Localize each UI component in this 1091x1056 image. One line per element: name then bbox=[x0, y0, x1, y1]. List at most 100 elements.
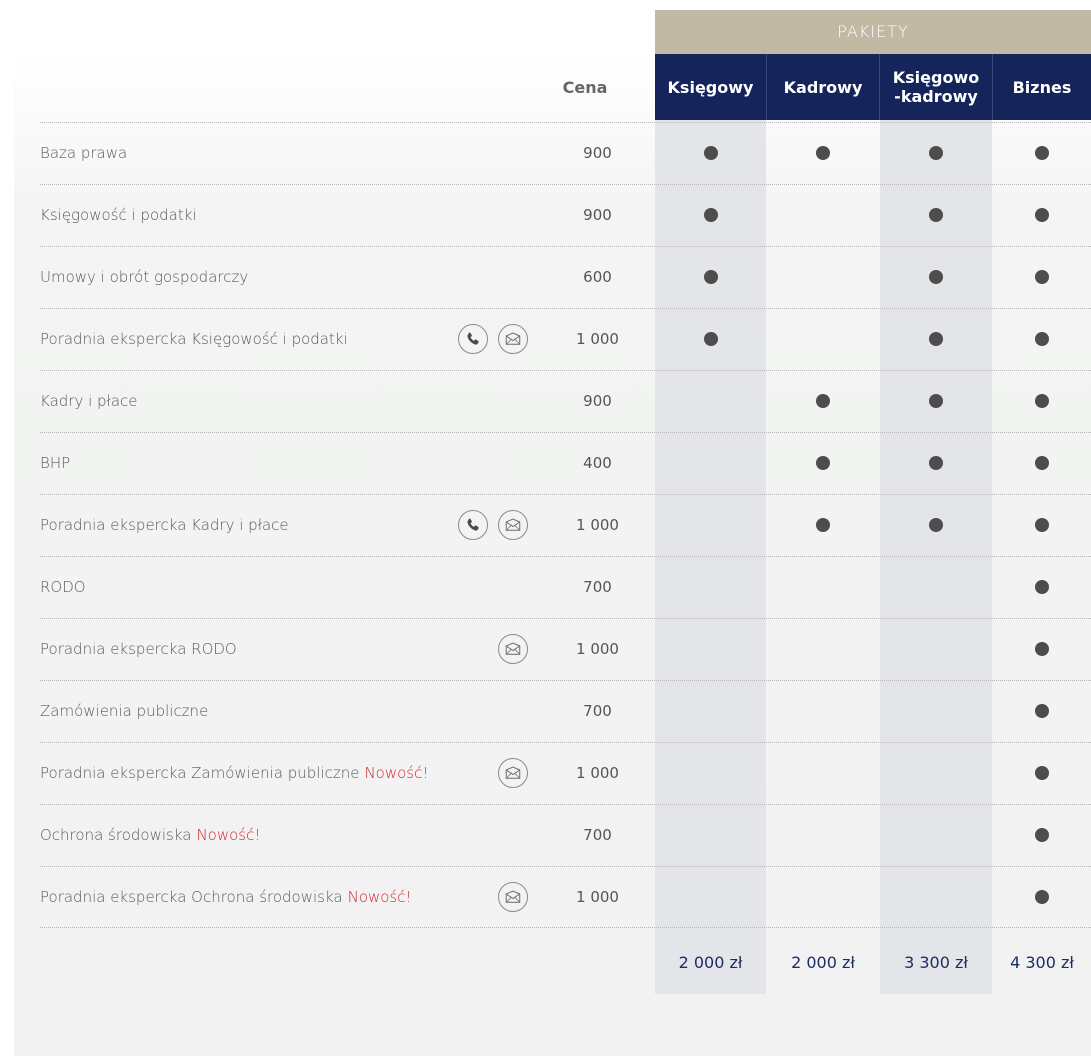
included-dot bbox=[929, 270, 943, 284]
included-dot bbox=[816, 394, 830, 408]
included-dot bbox=[703, 208, 718, 222]
service-name: Kadry i płace bbox=[40, 370, 138, 432]
mail-icon[interactable] bbox=[498, 758, 528, 788]
package-header-separator bbox=[766, 54, 767, 120]
package-header-separator bbox=[992, 54, 993, 120]
table-row: Umowy i obrót gospodarczy 600 bbox=[40, 246, 1091, 308]
package-total-price: 2 000 zł bbox=[678, 952, 743, 972]
service-name-text: Poradnia ekspercka RODO bbox=[40, 640, 237, 658]
included-dot bbox=[1035, 580, 1049, 594]
service-price: 700 bbox=[583, 702, 612, 720]
service-name: Poradnia ekspercka Zamówienia publiczne N… bbox=[40, 742, 428, 804]
service-name: Ochrona środowiska Nowość! bbox=[40, 804, 260, 866]
service-name: Księgowość i podatki bbox=[40, 184, 197, 246]
table-row: Kadry i płace 900 bbox=[40, 370, 1091, 432]
table-row: Poradnia ekspercka Księgowość i podatki 1… bbox=[40, 308, 1091, 370]
table-row: RODO 700 bbox=[40, 556, 1091, 618]
service-name-text: Poradnia ekspercka Zamówienia publiczne bbox=[40, 764, 360, 782]
included-dot bbox=[703, 146, 718, 160]
included-dot bbox=[1035, 828, 1049, 842]
package-header-label: Księgowy bbox=[667, 77, 754, 97]
included-dot bbox=[1035, 332, 1049, 346]
service-name-text: Umowy i obrót gospodarczy bbox=[40, 268, 249, 286]
mail-icon[interactable] bbox=[498, 882, 528, 912]
table-row: Poradnia ekspercka RODO 1 000 bbox=[40, 618, 1091, 680]
service-name-text: Poradnia ekspercka Kadry i płace bbox=[40, 516, 289, 534]
service-name: BHP bbox=[40, 432, 70, 494]
mail-icon[interactable] bbox=[498, 510, 528, 540]
service-price: 900 bbox=[583, 206, 612, 224]
service-name: Poradnia ekspercka Kadry i płace bbox=[40, 494, 289, 556]
included-dot bbox=[703, 270, 718, 284]
service-name-text: Baza prawa bbox=[40, 144, 128, 162]
included-dot bbox=[1035, 518, 1049, 532]
included-dot bbox=[816, 518, 830, 532]
service-name-text: Poradnia ekspercka Księgowość i podatki bbox=[40, 330, 348, 348]
included-dot bbox=[1035, 146, 1049, 160]
table-row: Poradnia ekspercka Kadry i płace 1 000 bbox=[40, 494, 1091, 556]
service-price: 1 000 bbox=[576, 888, 619, 906]
table-row: Poradnia ekspercka Ochrona środowiska Now… bbox=[40, 866, 1091, 928]
service-price: 1 000 bbox=[576, 330, 619, 348]
service-price: 900 bbox=[583, 392, 612, 410]
package-header-label: Księgowo -kadrowy bbox=[892, 68, 980, 106]
included-dot bbox=[703, 332, 718, 346]
package-header: Księgowy bbox=[655, 54, 766, 120]
included-dot bbox=[929, 456, 943, 470]
phone-icon[interactable] bbox=[458, 324, 488, 354]
package-header-label: Biznes bbox=[1012, 77, 1072, 97]
service-price: 600 bbox=[583, 268, 612, 286]
service-price: 700 bbox=[583, 826, 612, 844]
service-name-text: Księgowość i podatki bbox=[40, 206, 197, 224]
service-name: Umowy i obrót gospodarczy bbox=[40, 246, 248, 308]
service-name-text: RODO bbox=[40, 578, 86, 596]
service-price: 1 000 bbox=[576, 516, 619, 534]
included-dot bbox=[929, 146, 943, 160]
included-dot bbox=[929, 518, 943, 532]
package-total-price: 3 300 zł bbox=[904, 952, 968, 972]
service-price: 700 bbox=[583, 578, 612, 596]
included-dot bbox=[1035, 270, 1049, 284]
included-dot bbox=[1035, 766, 1049, 780]
new-badge: Nowość! bbox=[347, 888, 412, 906]
service-name: RODO bbox=[40, 556, 86, 618]
service-price: 1 000 bbox=[576, 640, 619, 658]
packages-header-band: PAKIETY bbox=[655, 10, 1091, 54]
package-header: Kadrowy bbox=[767, 54, 879, 120]
price-column-header: Cena bbox=[562, 77, 608, 97]
included-dot bbox=[1035, 394, 1049, 408]
included-dot bbox=[1035, 704, 1049, 718]
table-row: BHP 400 bbox=[40, 432, 1091, 494]
package-header: Księgowo -kadrowy bbox=[880, 54, 992, 120]
included-dot bbox=[1035, 208, 1049, 222]
new-badge: Nowość! bbox=[196, 826, 261, 844]
service-name: Poradnia ekspercka RODO bbox=[40, 618, 237, 680]
service-name-text: BHP bbox=[40, 454, 71, 472]
table-row: Baza prawa 900 bbox=[40, 122, 1091, 184]
package-header: Biznes bbox=[993, 54, 1091, 120]
included-dot bbox=[929, 208, 943, 222]
mail-icon[interactable] bbox=[498, 634, 528, 664]
included-dot bbox=[929, 332, 943, 346]
package-total-price: 4 300 zł bbox=[1010, 952, 1074, 972]
service-name: Poradnia ekspercka Ochrona środowiska Now… bbox=[40, 866, 412, 928]
table-bottom-divider bbox=[40, 927, 1091, 928]
package-header-label: Kadrowy bbox=[783, 77, 863, 97]
table-row: Ochrona środowiska Nowość! 700 bbox=[40, 804, 1091, 866]
included-dot bbox=[816, 456, 830, 470]
table-row: Księgowość i podatki 900 bbox=[40, 184, 1091, 246]
table-row: Zamówienia publiczne 700 bbox=[40, 680, 1091, 742]
table-row: Poradnia ekspercka Zamówienia publiczne N… bbox=[40, 742, 1091, 804]
phone-icon[interactable] bbox=[458, 510, 488, 540]
service-price: 900 bbox=[583, 144, 612, 162]
service-name-text: Poradnia ekspercka Ochrona środowiska bbox=[40, 888, 343, 906]
new-badge: Nowość! bbox=[364, 764, 429, 782]
service-name: Zamówienia publiczne bbox=[40, 680, 208, 742]
service-name-text: Ochrona środowiska bbox=[40, 826, 192, 844]
package-header-separator bbox=[879, 54, 880, 120]
service-name: Poradnia ekspercka Księgowość i podatki bbox=[40, 308, 348, 370]
included-dot bbox=[1035, 890, 1049, 904]
included-dot bbox=[929, 394, 943, 408]
mail-icon[interactable] bbox=[498, 324, 528, 354]
service-price: 1 000 bbox=[576, 764, 619, 782]
